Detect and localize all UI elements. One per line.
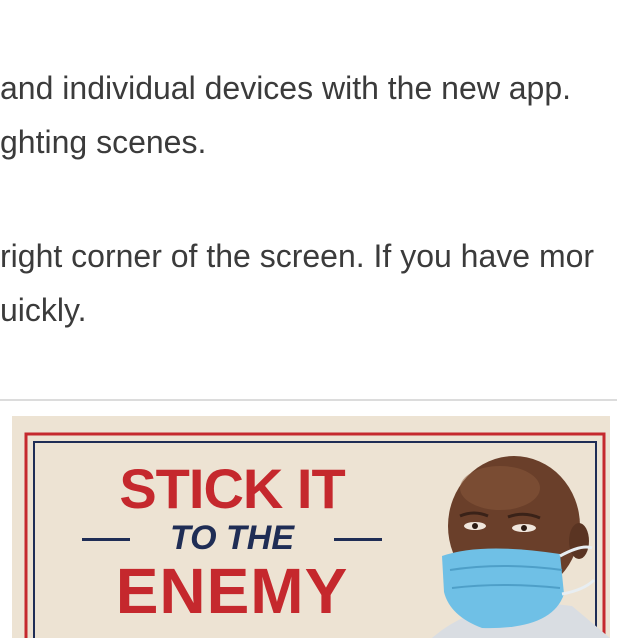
article-text-line: and individual devices with the new app. — [0, 70, 572, 106]
poster-line1: STICK IT — [119, 457, 345, 520]
face-mask — [442, 548, 564, 629]
poster-line2: TO THE — [82, 518, 382, 558]
section-divider — [0, 399, 617, 401]
poster-slogan: STICK IT TO THE ENEMY — [82, 460, 382, 624]
poster-line3: ENEMY — [115, 555, 349, 627]
article-text-line: uickly. — [0, 292, 87, 328]
article-text-line: ghting scenes. — [0, 124, 207, 160]
poster-image[interactable]: STICK IT TO THE ENEMY — [12, 416, 610, 638]
article-text-line: right corner of the screen. If you have … — [0, 238, 595, 274]
